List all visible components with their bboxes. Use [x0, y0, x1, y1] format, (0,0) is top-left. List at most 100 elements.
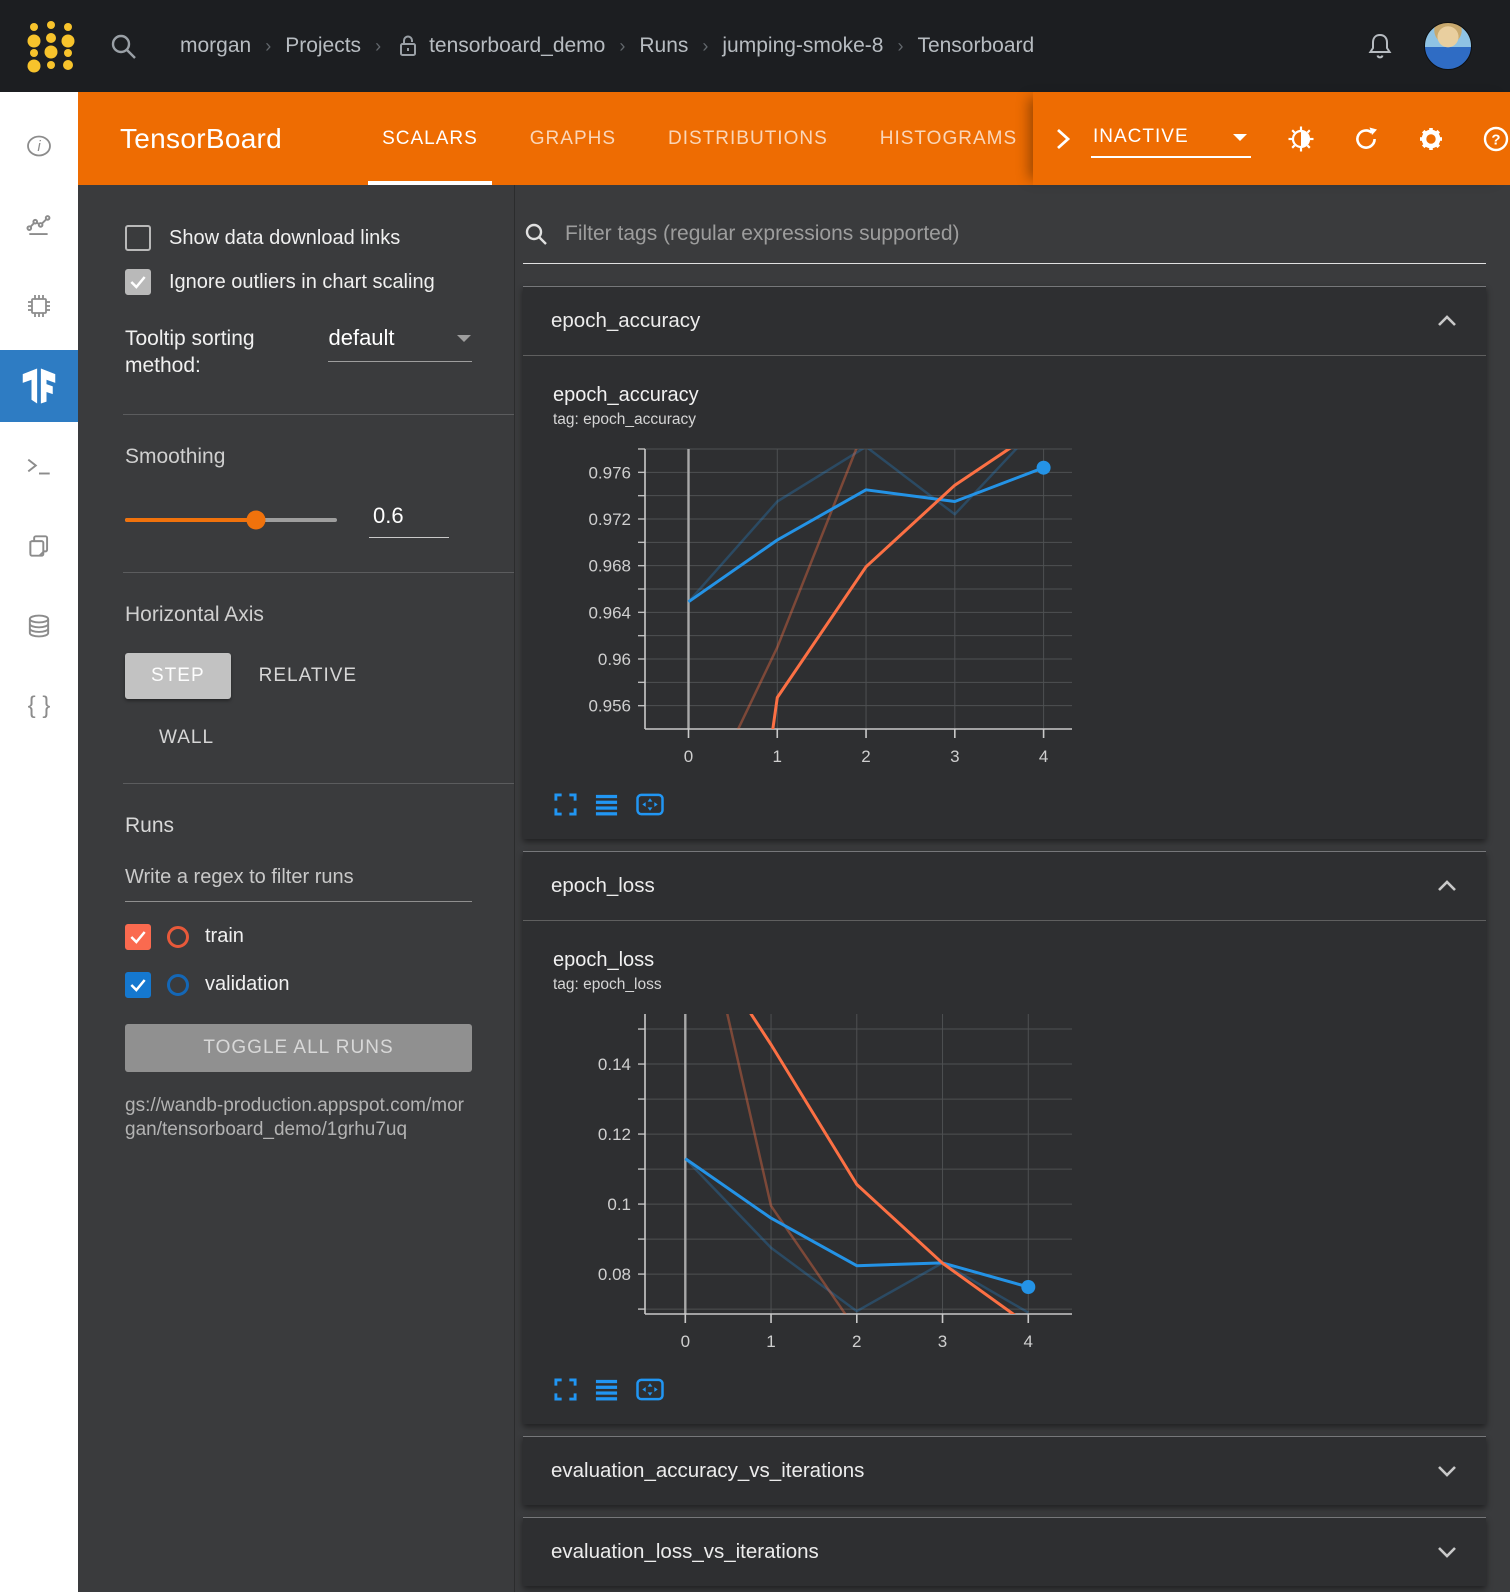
wandb-logo-icon[interactable]	[18, 11, 80, 81]
fullscreen-icon[interactable]	[553, 1377, 578, 1402]
checkbox-unchecked	[125, 225, 151, 251]
chart-title: epoch_loss	[553, 949, 1486, 972]
axis-wall-button[interactable]: WALL	[159, 727, 214, 749]
notifications-bell-icon[interactable]	[1366, 31, 1394, 61]
breadcrumb-item-runs[interactable]: Runs	[639, 34, 688, 58]
breadcrumb-item-project[interactable]: tensorboard_demo	[429, 34, 605, 58]
filter-tags-input[interactable]	[565, 222, 1486, 246]
sidebar-item-overview[interactable]: i	[0, 106, 78, 186]
lock-icon	[395, 32, 421, 60]
section-header-evaluation-accuracy[interactable]: evaluation_accuracy_vs_iterations	[523, 1437, 1486, 1505]
breadcrumb-item-projects[interactable]: Projects	[285, 34, 361, 58]
smoothing-slider[interactable]	[125, 518, 337, 522]
sidebar-item-files[interactable]	[0, 506, 78, 586]
breadcrumb-item-run[interactable]: jumping-smoke-8	[722, 34, 883, 58]
help-icon[interactable]: ?	[1482, 125, 1510, 153]
toggle-all-runs-button[interactable]: TOGGLE ALL RUNS	[125, 1024, 472, 1072]
sidebar-item-artifacts[interactable]	[0, 586, 78, 666]
svg-text:3: 3	[950, 747, 959, 766]
sidebar-item-logs[interactable]	[0, 426, 78, 506]
run-sidebar: i	[0, 92, 78, 1592]
svg-text:0: 0	[681, 1332, 690, 1351]
section-evaluation-accuracy: evaluation_accuracy_vs_iterations	[523, 1436, 1486, 1505]
tab-histograms[interactable]: HISTOGRAMS	[866, 92, 1031, 185]
topbar-actions	[1366, 22, 1472, 70]
section-header-epoch-accuracy[interactable]: epoch_accuracy	[523, 287, 1486, 355]
chevron-down-icon[interactable]	[1436, 1545, 1458, 1559]
chart-title: epoch_accuracy	[553, 384, 1486, 407]
chevron-up-icon[interactable]	[1436, 879, 1458, 893]
run-status-value: INACTIVE	[1093, 126, 1189, 148]
section-header-evaluation-loss[interactable]: evaluation_loss_vs_iterations	[523, 1518, 1486, 1586]
search-icon[interactable]	[108, 31, 138, 61]
svg-text:0.964: 0.964	[588, 603, 631, 622]
breadcrumb-separator: ›	[897, 36, 903, 57]
run-row-train[interactable]: train	[125, 924, 472, 950]
svg-text:2: 2	[852, 1332, 861, 1351]
slider-fill	[125, 518, 256, 522]
svg-text:4: 4	[1024, 1332, 1033, 1351]
tooltip-sorting-value: default	[328, 325, 394, 351]
tab-scalars[interactable]: SCALARS	[368, 92, 492, 185]
svg-text:0.972: 0.972	[588, 510, 631, 529]
breadcrumb-item-tensorboard[interactable]: Tensorboard	[917, 34, 1034, 58]
axis-step-button[interactable]: STEP	[125, 653, 231, 699]
data-table-icon[interactable]	[594, 792, 619, 817]
train-checkbox[interactable]	[125, 924, 151, 950]
epoch-accuracy-plot[interactable]: 012340.9560.960.9640.9680.9720.976	[553, 441, 1078, 773]
divider	[123, 414, 514, 415]
sidebar-item-charts[interactable]	[0, 186, 78, 266]
run-row-validation[interactable]: validation	[125, 972, 472, 998]
chevron-down-icon	[456, 333, 472, 343]
chevron-up-icon[interactable]	[1436, 314, 1458, 328]
svg-text:0.12: 0.12	[598, 1125, 631, 1144]
runs-regex-input[interactable]	[125, 860, 472, 902]
smoothing-value-input[interactable]: 0.6	[369, 503, 449, 538]
section-title: epoch_accuracy	[551, 309, 700, 333]
sidebar-item-tensorboard[interactable]	[0, 350, 78, 422]
storage-path: gs://wandb-production.appspot.com/morgan…	[125, 1094, 472, 1143]
section-epoch-accuracy: epoch_accuracy epoch_accuracy tag: epoch…	[523, 286, 1486, 839]
tensorboard-title: TensorBoard	[78, 123, 282, 155]
section-header-epoch-loss[interactable]: epoch_loss	[523, 852, 1486, 920]
svg-text:4: 4	[1039, 747, 1048, 766]
validation-checkbox[interactable]	[125, 972, 151, 998]
epoch-loss-plot[interactable]: 012340.080.10.120.14	[553, 1006, 1078, 1358]
svg-text:3: 3	[938, 1332, 947, 1351]
chart-actions	[553, 1377, 1486, 1402]
svg-text:0.968: 0.968	[588, 557, 631, 576]
tab-graphs[interactable]: GRAPHS	[516, 92, 630, 185]
fit-domain-icon[interactable]	[635, 1377, 665, 1402]
smoothing-label: Smoothing	[125, 445, 472, 469]
chevron-down-icon[interactable]	[1436, 1464, 1458, 1478]
run-status-select[interactable]: INACTIVE	[1091, 120, 1251, 158]
fit-domain-icon[interactable]	[635, 792, 665, 817]
chart-actions	[553, 792, 1486, 817]
refresh-icon[interactable]	[1352, 125, 1380, 153]
slider-thumb[interactable]	[247, 511, 266, 530]
tab-distributions[interactable]: DISTRIBUTIONS	[654, 92, 842, 185]
breadcrumb-separator: ›	[265, 36, 271, 57]
svg-text:0.96: 0.96	[598, 650, 631, 669]
svg-text:{ }: { }	[28, 692, 51, 719]
contrast-icon[interactable]	[1287, 125, 1315, 153]
ignore-outliers-checkbox[interactable]: Ignore outliers in chart scaling	[125, 269, 472, 295]
tooltip-sorting-label: Tooltip sorting method:	[125, 325, 282, 380]
show-download-links-checkbox[interactable]: Show data download links	[125, 225, 472, 251]
divider	[123, 783, 514, 784]
axis-relative-button[interactable]: RELATIVE	[259, 665, 357, 687]
sidebar-item-config[interactable]: { }	[0, 666, 78, 746]
ignore-outliers-label: Ignore outliers in chart scaling	[169, 271, 435, 294]
gear-icon[interactable]	[1417, 125, 1445, 153]
user-avatar[interactable]	[1424, 22, 1472, 70]
horizontal-axis-label: Horizontal Axis	[125, 603, 472, 627]
sidebar-item-system[interactable]	[0, 266, 78, 346]
tooltip-sorting-select[interactable]: default	[328, 325, 472, 362]
breadcrumb-item-entity[interactable]: morgan	[180, 34, 251, 58]
fullscreen-icon[interactable]	[553, 792, 578, 817]
data-table-icon[interactable]	[594, 1377, 619, 1402]
tensorboard-header-controls: INACTIVE	[1033, 92, 1510, 185]
scalars-dashboard: epoch_accuracy epoch_accuracy tag: epoch…	[515, 185, 1510, 1592]
tabs-overflow-chevron-icon[interactable]	[1049, 126, 1075, 152]
section-title: epoch_loss	[551, 874, 655, 898]
